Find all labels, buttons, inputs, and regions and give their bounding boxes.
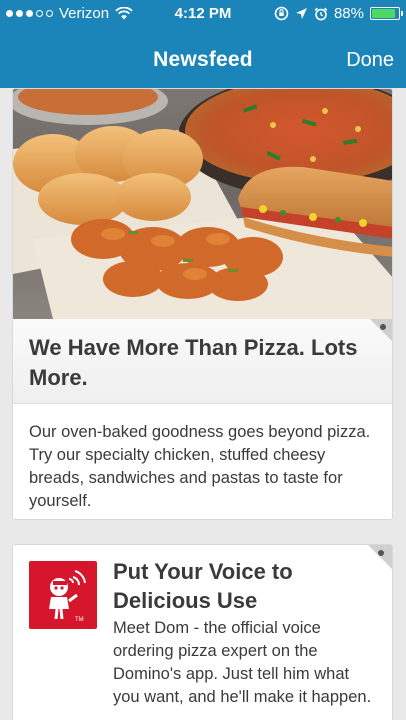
nav-bar: Newsfeed Done: [0, 36, 406, 84]
rotation-lock-icon: [274, 6, 289, 21]
battery-percent: 88%: [333, 5, 364, 22]
headline-band: We Have More Than Pizza. Lots More.: [13, 319, 392, 404]
card-body: Our oven-baked goodness goes beyond pizz…: [29, 423, 371, 510]
battery-icon: [370, 7, 403, 20]
alarm-icon: [314, 7, 328, 20]
status-right: 88%: [274, 5, 403, 22]
card-headline: Put Your Voice to Delicious Use: [113, 559, 293, 613]
location-arrow-icon: [295, 8, 307, 19]
top-bar: Verizon 4:12 PM 88% Newsfeed Done: [0, 0, 406, 88]
news-card[interactable]: TM Put Your Voice to Delicious Use Meet …: [12, 544, 393, 720]
dom-voice-logo-icon: TM: [29, 561, 97, 629]
svg-text:TM: TM: [75, 617, 84, 623]
card-body: Meet Dom - the official voice ordering p…: [113, 619, 372, 706]
status-bar: Verizon 4:12 PM 88%: [0, 0, 406, 28]
news-card[interactable]: We Have More Than Pizza. Lots More. Our …: [12, 88, 393, 520]
card-headline: We Have More Than Pizza. Lots More.: [29, 335, 358, 390]
done-button[interactable]: Done: [346, 49, 394, 72]
page-title: Newsfeed: [153, 48, 253, 71]
pizza-food-photo: [13, 89, 392, 319]
